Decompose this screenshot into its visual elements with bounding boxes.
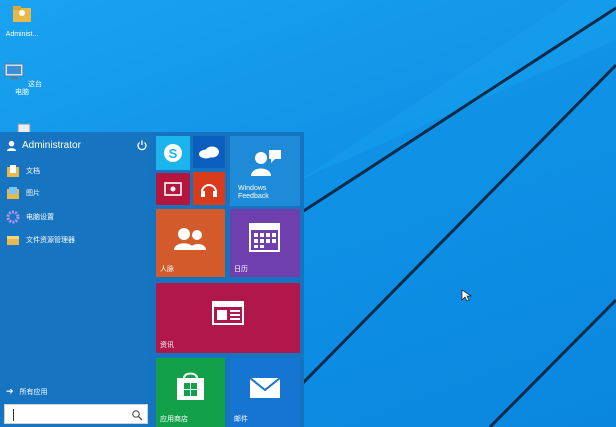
user-account[interactable]: Administrator: [6, 136, 148, 154]
cloud-icon: [199, 146, 219, 159]
tile-label: 人脉: [160, 266, 174, 273]
tile-people[interactable]: 人脉: [156, 209, 225, 277]
mouse-cursor-icon: [461, 289, 472, 302]
tile-news[interactable]: 资讯: [156, 283, 300, 353]
pictures-folder-icon: [7, 187, 19, 199]
arrow-right-icon: ➔: [6, 386, 14, 396]
start-item-pictures[interactable]: 图片: [6, 184, 146, 202]
tile-store[interactable]: 应用商店: [156, 358, 225, 427]
text-caret: [13, 409, 14, 421]
start-menu: Administrator 文档 图片 电脑设置 文件资源管理器 ➔ 所有应用: [0, 132, 304, 427]
all-apps-link[interactable]: ➔ 所有应用: [6, 386, 48, 397]
documents-folder-icon: [7, 165, 19, 177]
news-icon: [212, 301, 244, 325]
tile-video[interactable]: [156, 173, 190, 205]
video-icon: [164, 182, 182, 196]
tile-label: Windows Feedback: [238, 185, 269, 200]
headphones-icon: [201, 184, 217, 197]
start-menu-left-pane: Administrator 文档 图片 电脑设置 文件资源管理器 ➔ 所有应用: [0, 132, 150, 427]
tile-calendar[interactable]: 日历: [230, 209, 300, 277]
tile-label: 应用商店: [160, 416, 188, 423]
start-item-documents[interactable]: 文档: [6, 162, 146, 180]
start-item-file-explorer[interactable]: 文件资源管理器: [6, 231, 146, 249]
tile-mail[interactable]: 邮件: [230, 358, 300, 427]
search-icon[interactable]: [131, 409, 143, 421]
tile-label: 日历: [234, 266, 248, 273]
user-icon: [6, 140, 17, 151]
tile-windows-feedback[interactable]: Windows Feedback: [230, 136, 300, 206]
tile-skype[interactable]: S: [156, 136, 190, 170]
desktop-icon-administrator[interactable]: Administ...: [0, 2, 44, 39]
svg-text:S: S: [169, 146, 178, 161]
start-item-pc-settings[interactable]: 电脑设置: [6, 208, 146, 226]
tile-label: 资讯: [160, 342, 174, 349]
tile-music[interactable]: [193, 172, 225, 205]
tile-onedrive[interactable]: [193, 136, 225, 168]
desktop-icon-this-pc[interactable]: 这台电脑: [0, 60, 44, 97]
file-explorer-icon: [7, 236, 19, 245]
search-box[interactable]: [4, 404, 148, 424]
gear-icon: [6, 210, 20, 224]
folder-user-icon: [13, 6, 31, 22]
power-icon[interactable]: [136, 139, 148, 151]
computer-icon: [4, 63, 24, 79]
skype-icon: S: [164, 144, 182, 162]
user-name: Administrator: [22, 139, 81, 151]
tile-label: 邮件: [234, 416, 248, 423]
